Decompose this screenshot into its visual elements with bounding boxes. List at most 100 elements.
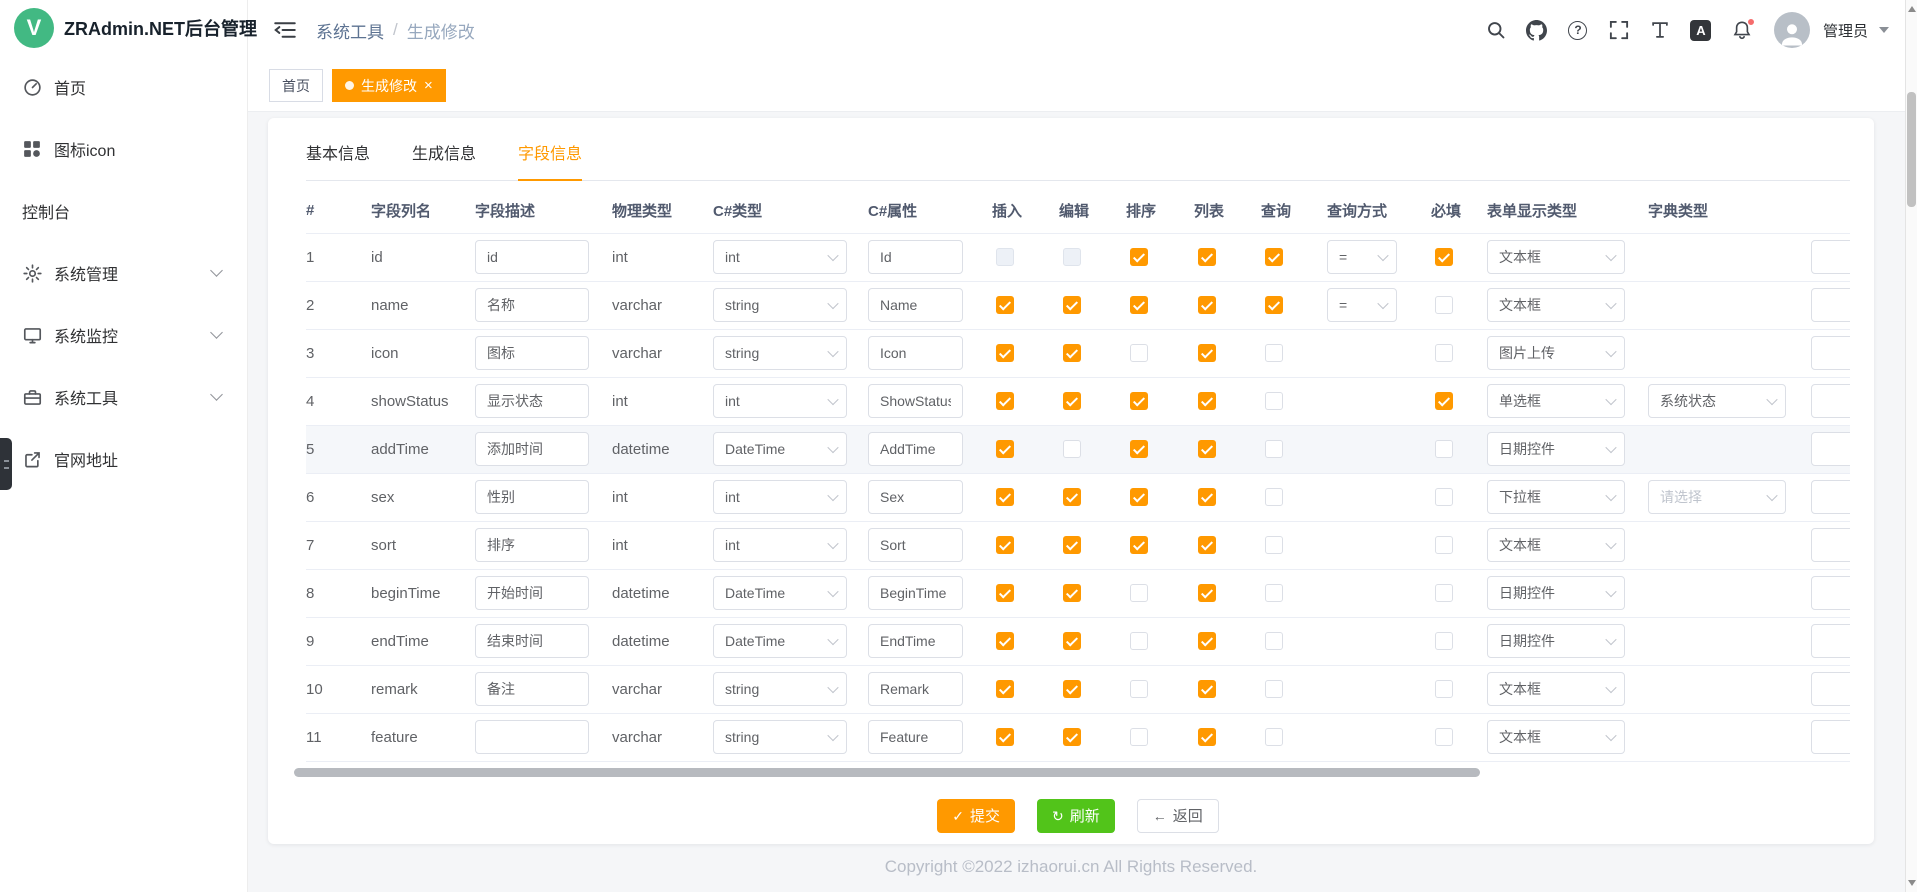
form-type-select[interactable]: 文本框 (1487, 672, 1625, 706)
csharp-property-input[interactable] (868, 336, 963, 370)
edit-checkbox[interactable] (1063, 440, 1081, 458)
tab-field-info[interactable]: 字段信息 (518, 140, 582, 181)
extra-input[interactable] (1811, 384, 1850, 418)
edit-checkbox[interactable] (1063, 488, 1081, 506)
extra-input[interactable] (1811, 528, 1850, 562)
query-checkbox[interactable] (1265, 296, 1283, 314)
description-input[interactable] (475, 336, 589, 370)
close-icon[interactable]: × (424, 78, 433, 93)
theme-drawer-handle[interactable] (0, 438, 12, 490)
query-checkbox[interactable] (1265, 632, 1283, 650)
sort-checkbox[interactable] (1130, 680, 1148, 698)
sort-checkbox[interactable] (1130, 488, 1148, 506)
csharp-type-select[interactable]: DateTime (713, 576, 847, 610)
extra-input[interactable] (1811, 624, 1850, 658)
font-size-icon[interactable] (1649, 19, 1671, 41)
fullscreen-icon[interactable] (1608, 19, 1630, 41)
required-checkbox[interactable] (1435, 632, 1453, 650)
description-input[interactable] (475, 480, 589, 514)
extra-input[interactable] (1811, 336, 1850, 370)
sidebar-collapse-icon[interactable] (274, 20, 296, 40)
csharp-property-input[interactable] (868, 528, 963, 562)
form-type-select[interactable]: 图片上传 (1487, 336, 1625, 370)
sort-checkbox[interactable] (1130, 584, 1148, 602)
extra-input[interactable] (1811, 240, 1850, 274)
sidebar-item-official-site[interactable]: 官网地址 (0, 428, 247, 490)
insert-checkbox[interactable] (996, 584, 1014, 602)
insert-checkbox[interactable] (996, 728, 1014, 746)
form-type-select[interactable]: 文本框 (1487, 288, 1625, 322)
extra-input[interactable] (1811, 720, 1850, 754)
insert-checkbox[interactable] (996, 488, 1014, 506)
refresh-button[interactable]: ↻ 刷新 (1037, 799, 1115, 833)
form-type-select[interactable]: 下拉框 (1487, 480, 1625, 514)
list-checkbox[interactable] (1198, 632, 1216, 650)
sort-checkbox[interactable] (1130, 536, 1148, 554)
csharp-property-input[interactable] (868, 720, 963, 754)
sidebar-item-home[interactable]: 首页 (0, 56, 247, 118)
query-checkbox[interactable] (1265, 344, 1283, 362)
query-checkbox[interactable] (1265, 392, 1283, 410)
sort-checkbox[interactable] (1130, 440, 1148, 458)
csharp-property-input[interactable] (868, 624, 963, 658)
query-checkbox[interactable] (1265, 440, 1283, 458)
sidebar-item-system-manage[interactable]: 系统管理 (0, 242, 247, 304)
csharp-property-input[interactable] (868, 480, 963, 514)
query-checkbox[interactable] (1265, 536, 1283, 554)
language-icon[interactable]: A (1690, 19, 1712, 41)
edit-checkbox[interactable] (1063, 344, 1081, 362)
description-input[interactable] (475, 528, 589, 562)
required-checkbox[interactable] (1435, 584, 1453, 602)
list-checkbox[interactable] (1198, 392, 1216, 410)
vertical-scrollbar-thumb[interactable] (1907, 92, 1916, 207)
form-type-select[interactable]: 日期控件 (1487, 576, 1625, 610)
list-checkbox[interactable] (1198, 680, 1216, 698)
csharp-property-input[interactable] (868, 672, 963, 706)
submit-button[interactable]: ✓ 提交 (937, 799, 1015, 833)
csharp-property-input[interactable] (868, 384, 963, 418)
csharp-type-select[interactable]: DateTime (713, 432, 847, 466)
form-type-select[interactable]: 日期控件 (1487, 624, 1625, 658)
insert-checkbox[interactable] (996, 392, 1014, 410)
dict-type-select[interactable]: 请选择 (1648, 480, 1786, 514)
edit-checkbox[interactable] (1063, 728, 1081, 746)
description-input[interactable] (475, 672, 589, 706)
dict-type-select[interactable]: 系统状态 (1648, 384, 1786, 418)
sort-checkbox[interactable] (1130, 248, 1148, 266)
sort-checkbox[interactable] (1130, 296, 1148, 314)
query-checkbox[interactable] (1265, 728, 1283, 746)
notification-bell-icon[interactable] (1731, 19, 1753, 41)
csharp-type-select[interactable]: int (713, 384, 847, 418)
query-checkbox[interactable] (1265, 488, 1283, 506)
help-icon[interactable]: ? (1567, 19, 1589, 41)
description-input[interactable] (475, 624, 589, 658)
sort-checkbox[interactable] (1130, 632, 1148, 650)
csharp-type-select[interactable]: int (713, 528, 847, 562)
caret-down-icon[interactable] (1879, 27, 1889, 33)
edit-checkbox[interactable] (1063, 584, 1081, 602)
required-checkbox[interactable] (1435, 536, 1453, 554)
form-type-select[interactable]: 文本框 (1487, 528, 1625, 562)
list-checkbox[interactable] (1198, 728, 1216, 746)
horizontal-scrollbar-thumb[interactable] (294, 768, 1480, 777)
description-input[interactable] (475, 288, 589, 322)
list-checkbox[interactable] (1198, 536, 1216, 554)
list-checkbox[interactable] (1198, 248, 1216, 266)
description-input[interactable] (475, 576, 589, 610)
insert-checkbox[interactable] (996, 632, 1014, 650)
list-checkbox[interactable] (1198, 344, 1216, 362)
tag-home[interactable]: 首页 (269, 69, 323, 102)
csharp-type-select[interactable]: string (713, 672, 847, 706)
list-checkbox[interactable] (1198, 296, 1216, 314)
extra-input[interactable] (1811, 672, 1850, 706)
csharp-type-select[interactable]: DateTime (713, 624, 847, 658)
sort-checkbox[interactable] (1130, 728, 1148, 746)
edit-checkbox[interactable] (1063, 296, 1081, 314)
tag-generate-edit[interactable]: 生成修改 × (332, 69, 446, 102)
insert-checkbox[interactable] (996, 344, 1014, 362)
edit-checkbox[interactable] (1063, 536, 1081, 554)
extra-input[interactable] (1811, 432, 1850, 466)
csharp-property-input[interactable] (868, 288, 963, 322)
edit-checkbox[interactable] (1063, 680, 1081, 698)
insert-checkbox[interactable] (996, 440, 1014, 458)
